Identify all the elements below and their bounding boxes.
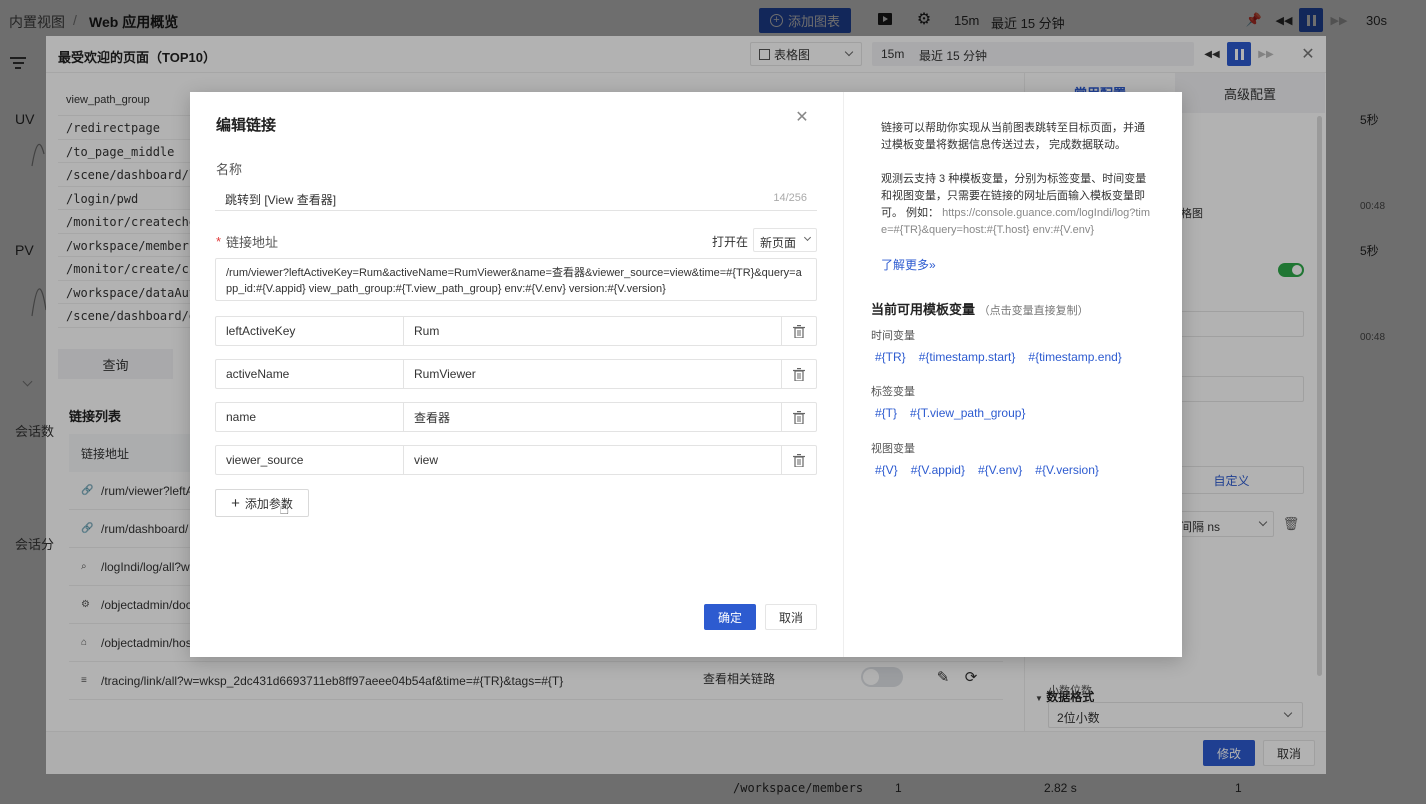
template-variable[interactable]: #{V.version} — [1035, 463, 1099, 477]
url-textarea[interactable]: /rum/viewer?leftActiveKey=Rum&activeName… — [215, 258, 817, 301]
tag-vars-label: 标签变量 — [871, 386, 915, 398]
dialog-title: 编辑链接 — [216, 117, 277, 134]
cancel-button[interactable]: 取消 — [765, 604, 817, 630]
param-value-input[interactable]: 查看器 — [404, 403, 782, 431]
help-template-desc: 观测云支持 3 种模板变量，分别为标签变量、时间变量和视图变量，只需要在链接的网… — [881, 173, 1151, 236]
help-pane: 链接可以帮助你实现从当前图表跳转至目标页面，并通过模板变量将数据信息传送过去， … — [843, 92, 1182, 657]
template-variable[interactable]: #{V} — [875, 463, 898, 477]
cursor-hand-icon: ☝ — [279, 499, 290, 518]
open-in-select[interactable]: 新页面 — [753, 228, 817, 252]
param-key-input[interactable]: name — [216, 403, 404, 431]
template-variable[interactable]: #{V.env} — [978, 463, 1022, 477]
time-vars: #{TR} #{timestamp.start} #{timestamp.end} — [875, 350, 1175, 364]
param-row: activeName RumViewer — [215, 359, 817, 389]
help-intro: 链接可以帮助你实现从当前图表跳转至目标页面，并通过模板变量将数据信息传送过去， … — [881, 122, 1145, 151]
open-in-label: 打开在 — [712, 235, 749, 249]
plus-icon: + — [231, 494, 240, 512]
dialog-close-icon[interactable]: ✕ — [793, 108, 811, 126]
param-value-input[interactable]: Rum — [404, 317, 782, 345]
name-input[interactable]: 跳转到 [View 查看器] 14/256 — [215, 184, 817, 211]
param-row: viewer_source view — [215, 445, 817, 475]
param-value-input[interactable]: view — [404, 446, 782, 474]
chevron-down-icon — [803, 233, 812, 242]
param-key-input[interactable]: activeName — [216, 360, 404, 388]
add-param-button[interactable]: + 添加参数 — [215, 489, 309, 517]
param-row: leftActiveKey Rum — [215, 316, 817, 346]
vars-title: 当前可用模板变量 （点击变量直接复制） — [871, 302, 1089, 317]
template-variable[interactable]: #{V.appid} — [911, 463, 965, 477]
param-row: name 查看器 — [215, 402, 817, 432]
template-variable[interactable]: #{T.view_path_group} — [910, 406, 1025, 420]
trash-icon[interactable] — [782, 446, 816, 474]
template-variable[interactable]: #{timestamp.end} — [1028, 350, 1121, 364]
trash-icon[interactable] — [782, 317, 816, 345]
view-vars-label: 视图变量 — [871, 443, 915, 455]
param-value-input[interactable]: RumViewer — [404, 360, 782, 388]
template-variable[interactable]: #{T} — [875, 406, 897, 420]
url-required-mark: * — [216, 234, 222, 249]
param-key-input[interactable]: leftActiveKey — [216, 317, 404, 345]
template-variable[interactable]: #{TR} — [875, 350, 906, 364]
name-label: 名称 — [216, 162, 243, 177]
view-vars: #{V} #{V.appid} #{V.env} #{V.version} — [875, 463, 1175, 477]
trash-icon[interactable] — [782, 360, 816, 388]
name-char-count: 14/256 — [773, 192, 807, 204]
double-chevron-icon: » — [929, 258, 936, 272]
template-variable[interactable]: #{timestamp.start} — [919, 350, 1016, 364]
time-vars-label: 时间变量 — [871, 330, 915, 342]
url-label: 链接地址 — [226, 235, 279, 250]
edit-link-dialog: 编辑链接 ✕ 名称 跳转到 [View 查看器] 14/256 * 链接地址 打… — [190, 92, 1182, 657]
tag-vars: #{T} #{T.view_path_group} — [875, 406, 1175, 420]
learn-more-link[interactable]: 了解更多» — [881, 256, 1154, 273]
confirm-button[interactable]: 确定 — [704, 604, 756, 630]
trash-icon[interactable] — [782, 403, 816, 431]
param-key-input[interactable]: viewer_source — [216, 446, 404, 474]
